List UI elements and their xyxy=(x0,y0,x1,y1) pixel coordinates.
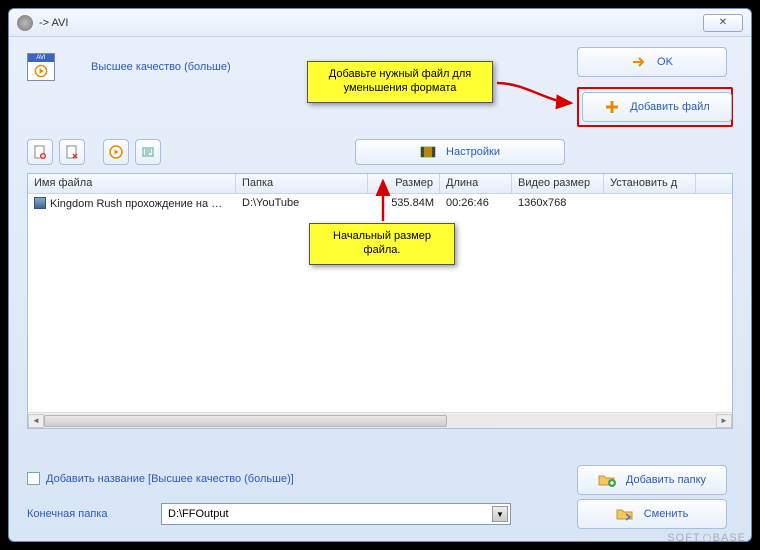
format-avi-icon: AVI xyxy=(27,53,55,81)
col-videosize[interactable]: Видео размер xyxy=(512,174,604,193)
play-icon xyxy=(28,62,54,80)
add-file-button[interactable]: Добавить файл xyxy=(582,92,732,122)
ok-button[interactable]: OK xyxy=(577,47,727,77)
output-folder-combo[interactable]: D:\FFOutput ▼ xyxy=(161,503,511,525)
app-icon xyxy=(17,15,33,31)
add-title-checkbox[interactable] xyxy=(27,472,40,485)
cell-filename: Kingdom Rush прохождение на ПК ... xyxy=(50,198,236,210)
add-folder-button[interactable]: Добавить папку xyxy=(577,465,727,495)
table-row[interactable]: Kingdom Rush прохождение на ПК ... D:\Yo… xyxy=(28,194,732,212)
cell-size: 535.84M xyxy=(368,195,440,211)
info-icon xyxy=(141,145,155,159)
add-file-label: Добавить файл xyxy=(630,101,709,113)
doc-plus-icon xyxy=(33,145,47,159)
app-window: -> AVI ✕ AVI Высшее качество (больше) OK xyxy=(8,8,752,542)
titlebar: -> AVI ✕ xyxy=(9,9,751,37)
file-table: Имя файла Папка Размер Длина Видео разме… xyxy=(27,173,733,429)
add-file-highlight: Добавить файл xyxy=(577,87,733,127)
quality-link[interactable]: Высшее качество (больше) xyxy=(91,61,231,73)
scroll-left-icon[interactable]: ◄ xyxy=(28,414,44,428)
col-folder[interactable]: Папка xyxy=(236,174,368,193)
close-button[interactable]: ✕ xyxy=(703,14,743,32)
add-doc-button[interactable] xyxy=(27,139,53,165)
callout-add-file: Добавьте нужный файл дляуменьшения форма… xyxy=(307,61,493,103)
chevron-down-icon[interactable]: ▼ xyxy=(492,506,508,522)
settings-button[interactable]: Настройки xyxy=(355,139,565,165)
cell-length: 00:26:46 xyxy=(440,195,512,211)
output-folder-label: Конечная папка xyxy=(27,508,147,520)
scroll-right-icon[interactable]: ► xyxy=(716,414,732,428)
cell-folder: D:\YouTube xyxy=(236,195,368,211)
add-folder-label: Добавить папку xyxy=(626,474,706,486)
output-folder-value: D:\FFOutput xyxy=(168,508,492,520)
add-title-label[interactable]: Добавить название [Высшее качество (боль… xyxy=(46,473,294,485)
play-button[interactable] xyxy=(103,139,129,165)
table-header: Имя файла Папка Размер Длина Видео разме… xyxy=(28,174,732,194)
film-icon xyxy=(420,144,436,160)
change-label: Сменить xyxy=(644,508,689,520)
arrow-right-icon xyxy=(631,54,647,70)
col-length[interactable]: Длина xyxy=(440,174,512,193)
change-folder-button[interactable]: Сменить xyxy=(577,499,727,529)
scroll-thumb[interactable] xyxy=(44,415,447,427)
folder-arrow-icon xyxy=(616,506,634,522)
info-button[interactable] xyxy=(135,139,161,165)
cell-set xyxy=(604,201,696,205)
horizontal-scrollbar[interactable]: ◄ ► xyxy=(28,412,732,428)
col-size[interactable]: Размер xyxy=(368,174,440,193)
cell-videosize: 1360x768 xyxy=(512,195,604,211)
callout-size: Начальный размерфайла. xyxy=(309,223,455,265)
settings-label: Настройки xyxy=(446,146,500,158)
video-file-icon xyxy=(34,197,46,209)
col-filename[interactable]: Имя файла xyxy=(28,174,236,193)
remove-doc-button[interactable] xyxy=(59,139,85,165)
play-circle-icon xyxy=(109,145,123,159)
col-set[interactable]: Установить д xyxy=(604,174,696,193)
plus-icon xyxy=(604,99,620,115)
doc-x-icon xyxy=(65,145,79,159)
window-title: -> AVI xyxy=(39,17,68,29)
watermark: SOFTBASE xyxy=(667,532,746,544)
folder-plus-icon xyxy=(598,472,616,488)
ok-label: OK xyxy=(657,56,673,68)
